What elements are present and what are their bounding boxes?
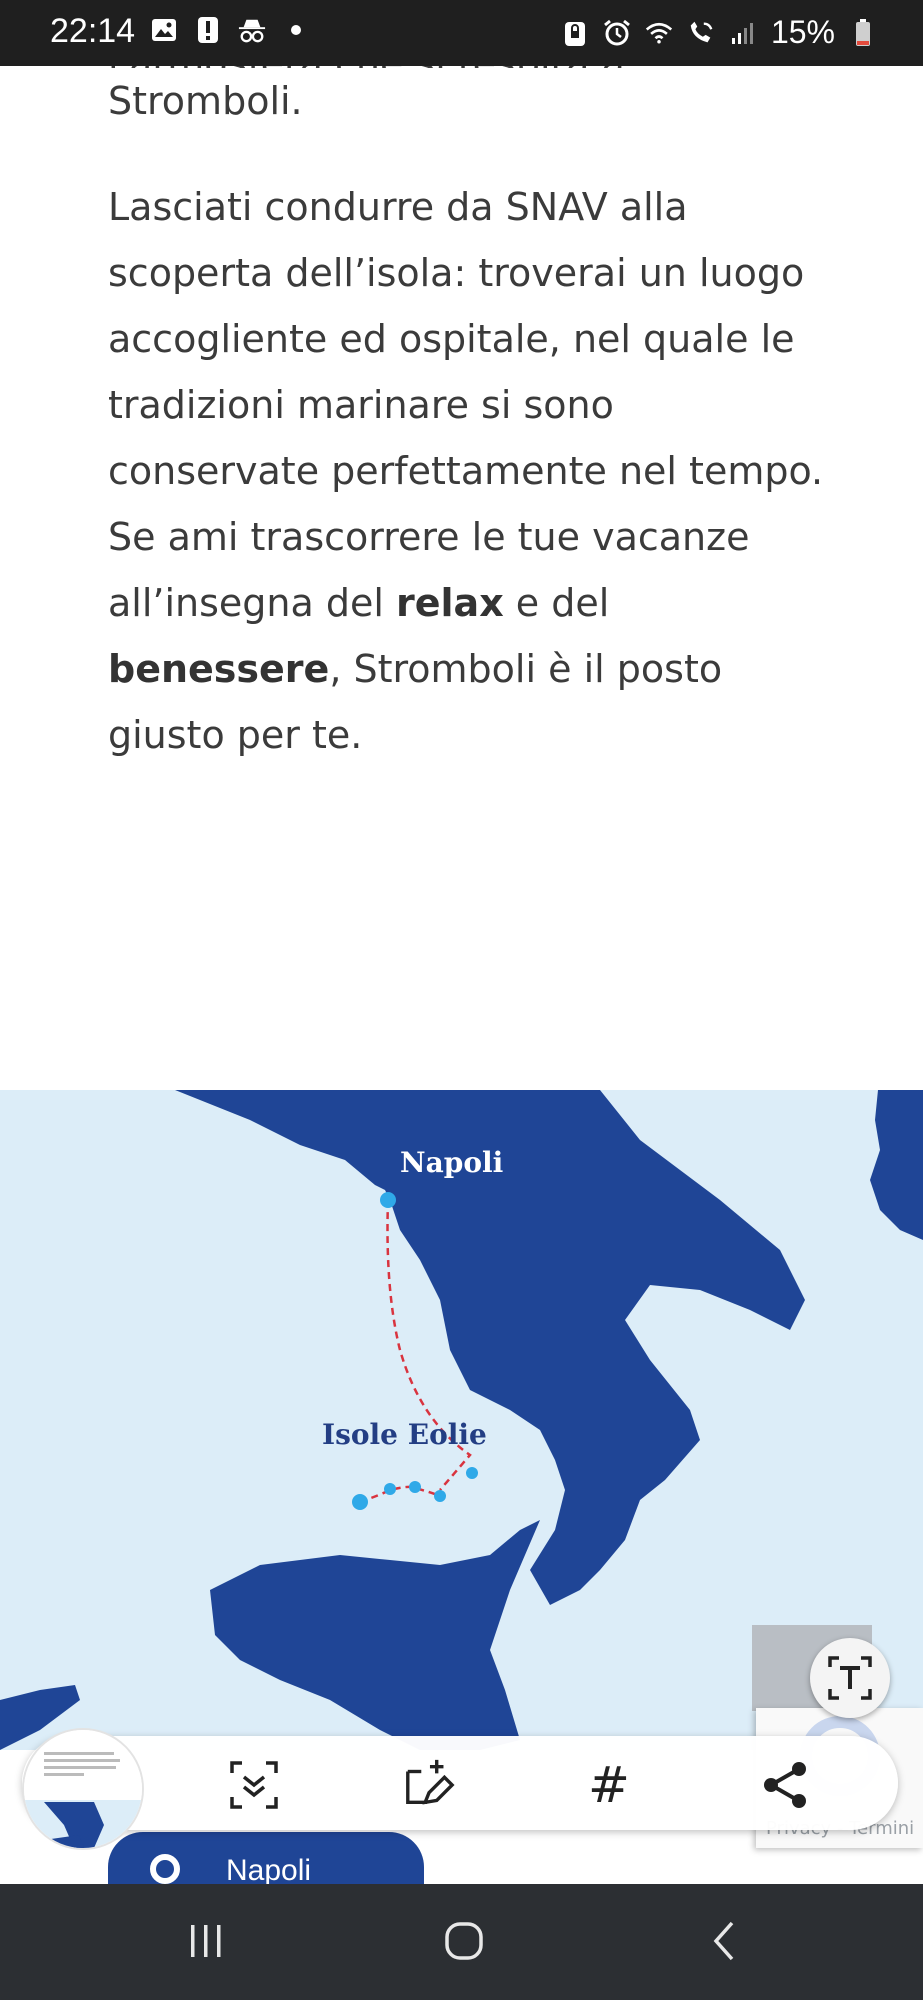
port-island-3 [384,1483,396,1495]
lock-icon [561,19,589,47]
hashtag-button[interactable]: # [582,1758,636,1812]
status-left-icons [150,16,310,44]
port-island-2 [409,1481,421,1493]
recents-icon [191,1925,221,1957]
paragraph-text: e del [503,581,610,625]
extract-text-button[interactable] [810,1638,890,1718]
map-label-napoli: Napoli [400,1146,504,1179]
hashtag-icon: # [588,1756,630,1814]
recents-button[interactable] [166,1906,246,1976]
scroll-capture-button[interactable] [227,1758,281,1812]
port-napoli [380,1192,396,1208]
bold-benessere: benessere [108,647,330,691]
paragraph-text: Lasciati condurre da SNAV alla scoperta … [108,185,824,625]
status-time: 22:14 [50,12,136,50]
dot-icon [282,16,310,44]
map-label-eolie: Isole Eolie [322,1418,487,1451]
article-paragraph-2: Lasciati condurre da SNAV alla scoperta … [108,174,828,768]
signal-icon [729,19,757,47]
article-body: l'atmosfera che si respira a Stromboli. … [108,58,828,768]
incognito-icon [238,16,266,44]
battery-icon [849,18,877,47]
article-paragraph-1: Stromboli. [108,79,303,123]
screenshot-toolbar: # [22,1728,898,1850]
home-icon [445,1922,483,1960]
home-button[interactable] [424,1906,504,1976]
port-island-1 [434,1490,446,1502]
back-button[interactable] [684,1906,764,1976]
land-balkans [870,1090,923,1240]
back-icon [713,1921,734,1961]
share-button[interactable] [758,1758,812,1812]
port-milazzo [466,1467,478,1479]
port-island-4 [352,1494,368,1510]
alert-icon [194,16,222,44]
bold-relax: relax [396,581,504,625]
land-sicily [210,1520,540,1750]
wifi-call-icon [687,19,715,47]
screenshot-thumbnail[interactable] [22,1728,144,1850]
gallery-icon [150,16,178,44]
navigation-bar [0,1884,923,2000]
text-extract-icon [828,1656,872,1700]
route-islands [359,1485,441,1504]
draw-edit-button[interactable] [402,1758,456,1812]
location-dot-icon [150,1854,180,1884]
status-right-icons: 15% [561,14,877,51]
status-bar: 22:14 15% [0,0,923,66]
wifi-icon [645,19,673,47]
battery-percent: 15% [770,14,835,50]
thumbnail-preview [24,1730,142,1848]
scroll-capture-icon [230,1761,278,1809]
share-icon [764,1762,806,1808]
departure-port-label: Napoli [226,1854,312,1887]
alarm-icon [603,19,631,47]
draw-edit-icon [406,1759,455,1805]
